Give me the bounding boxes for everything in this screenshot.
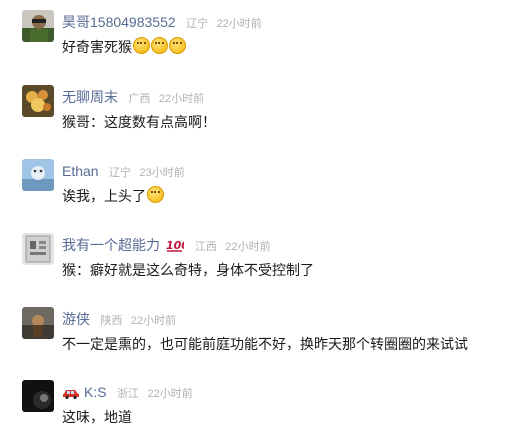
timestamp: 22小时前 — [225, 241, 271, 253]
username[interactable]: 游侠 — [62, 311, 90, 327]
comment-text: 好奇害死猴 — [62, 39, 132, 55]
location-label: 辽宁 — [186, 18, 209, 30]
avatar[interactable] — [22, 380, 54, 412]
comment-text: 猴：癖好就是这么奇特，身体不受控制了 — [62, 262, 314, 278]
comment-text: 猴哥：这度数有点高啊！ — [62, 114, 216, 130]
username[interactable]: 昊哥15804983552 — [62, 14, 176, 30]
comment-text: 不一定是熏的，也可能前庭功能不好，换昨天那个转圈圈的来试试 — [62, 336, 468, 352]
username[interactable]: Ethan — [62, 163, 99, 179]
location-label: 陕西 — [100, 315, 123, 327]
timestamp: 22小时前 — [147, 388, 193, 400]
timestamp: 23小时前 — [139, 167, 185, 179]
hundred-points-icon: 100 — [166, 237, 189, 258]
username[interactable]: 我有一个超能力 — [62, 237, 160, 253]
location-label: 辽宁 — [109, 167, 132, 179]
avatar[interactable] — [22, 307, 54, 339]
comment-text-row: 诶我，上头了 — [62, 186, 164, 206]
timestamp: 22小时前 — [216, 18, 262, 30]
avatar[interactable] — [22, 10, 54, 42]
username[interactable]: 无聊周末 — [62, 89, 118, 105]
svg-text:100: 100 — [166, 239, 184, 252]
location-label: 江西 — [194, 241, 217, 253]
car-icon — [62, 386, 80, 404]
timestamp: 22小时前 — [158, 93, 205, 105]
comment-text: 诶我，上头了 — [62, 188, 146, 204]
location-label: 广西 — [128, 93, 151, 105]
comment-list: 昊哥15804983552 辽宁 22小时前 好奇害死猴 无聊周末 广西 22小… — [0, 0, 520, 435]
avatar[interactable] — [22, 233, 54, 265]
thinking-face-icon — [151, 37, 168, 54]
location-label: 浙江 — [117, 388, 140, 400]
thinking-face-icon — [133, 37, 150, 54]
thinking-face-icon — [169, 37, 186, 54]
avatar[interactable] — [22, 159, 54, 191]
timestamp: 22小时前 — [130, 315, 177, 327]
dizzy-face-icon — [147, 186, 164, 203]
comment-text-row: 好奇害死猴 — [62, 37, 186, 57]
username[interactable]: K:S — [84, 384, 107, 400]
avatar[interactable] — [22, 85, 54, 117]
comment-text: 这味，地道 — [62, 409, 132, 425]
